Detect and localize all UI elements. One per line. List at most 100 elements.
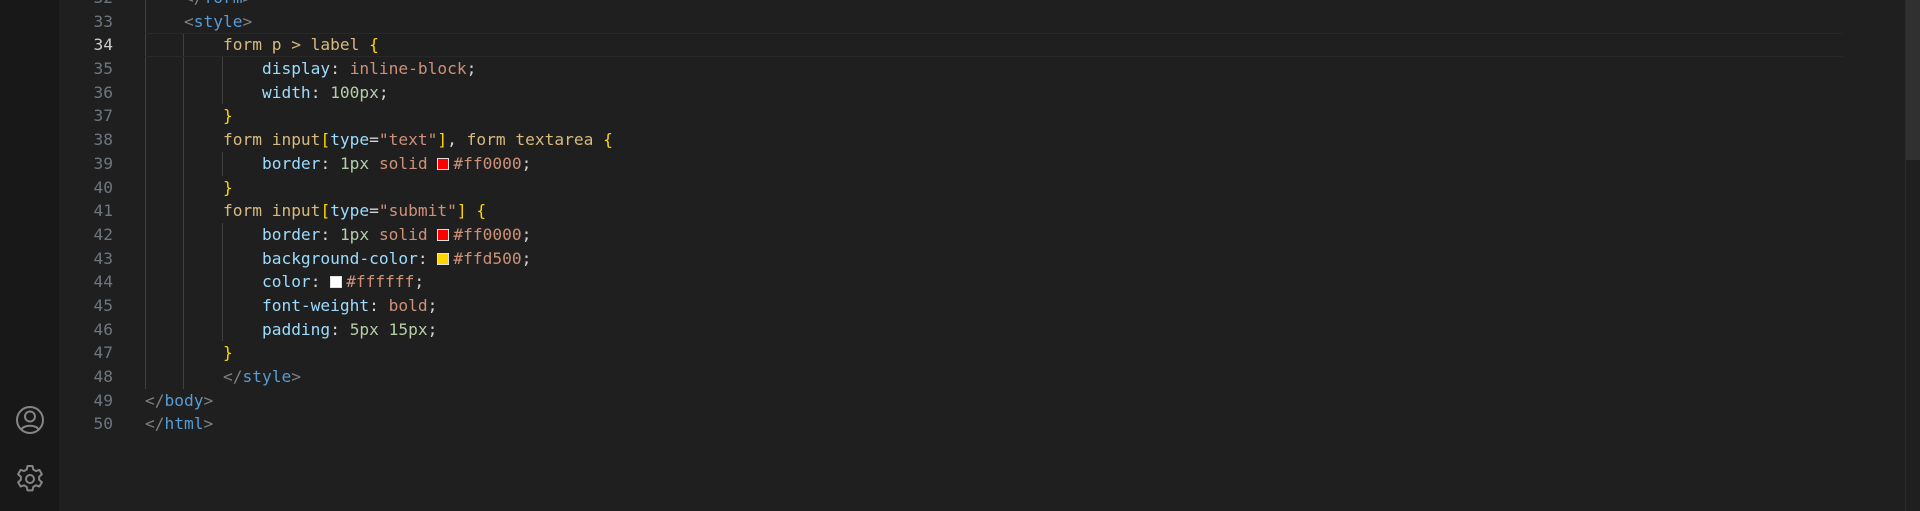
token-tagp: > xyxy=(203,390,214,410)
line-text: } xyxy=(145,341,233,365)
code-line[interactable]: 48 </style> xyxy=(59,365,1920,389)
token-val: solid xyxy=(378,224,428,244)
token-sel: form input xyxy=(222,130,321,150)
token-val: #ffffff xyxy=(346,272,415,292)
token-val: inline-block xyxy=(349,59,467,79)
line-number: 33 xyxy=(93,11,114,31)
code-line[interactable]: 40 } xyxy=(59,175,1920,200)
token-attr: type xyxy=(330,130,370,150)
code-line[interactable]: 42 border: 1px solid #ff0000; xyxy=(59,222,1920,247)
token-brace: } xyxy=(222,343,233,363)
token-plain: : xyxy=(320,224,340,244)
token-plain: : xyxy=(310,82,331,102)
line-number: 48 xyxy=(93,367,114,386)
accounts-button[interactable] xyxy=(0,396,59,444)
token-plain: = xyxy=(369,130,379,150)
token-brace: { xyxy=(369,35,379,55)
code-line[interactable]: 43 background-color: #ffd500; xyxy=(59,246,1920,271)
line-number: 44 xyxy=(93,272,114,292)
code-editor[interactable]: 32 </form>33 <style>34 form p > label {3… xyxy=(59,0,1920,511)
token-sel: form textarea xyxy=(466,130,604,150)
token-num: 1px xyxy=(339,153,370,173)
token-tagp: > xyxy=(242,11,253,31)
color-swatch[interactable] xyxy=(437,252,450,265)
token-prop: width xyxy=(261,82,311,102)
token-plain: = xyxy=(369,201,379,221)
color-swatch[interactable] xyxy=(330,276,343,289)
token-num: 100px xyxy=(330,82,379,102)
token-num: 1px xyxy=(339,224,370,244)
token-brace: [ xyxy=(320,130,331,150)
token-tagp: > xyxy=(291,367,301,386)
line-number: 43 xyxy=(93,248,114,268)
token-tag: html xyxy=(164,414,204,434)
code-line[interactable]: 44 color: #ffffff; xyxy=(59,270,1920,294)
token-prop: font-weight xyxy=(261,295,370,315)
vertical-scrollbar[interactable] xyxy=(1905,0,1920,511)
code-line[interactable]: 39 border: 1px solid #ff0000; xyxy=(59,151,1920,176)
gear-icon xyxy=(14,463,46,495)
token-tagp: > xyxy=(242,0,252,7)
code-line[interactable]: 45 font-weight: bold; xyxy=(59,293,1920,318)
line-number: 46 xyxy=(93,319,114,339)
code-line[interactable]: 47 } xyxy=(59,341,1920,365)
line-number: 37 xyxy=(93,106,114,126)
line-text: display: inline-block; xyxy=(145,57,476,81)
line-number: 49 xyxy=(93,390,114,410)
token-brace: ] xyxy=(437,130,448,150)
line-number: 40 xyxy=(93,177,114,197)
scrollbar-thumb[interactable] xyxy=(1906,0,1920,160)
code-line[interactable]: 37 } xyxy=(59,104,1920,129)
token-plain: ; xyxy=(521,153,532,173)
code-lines: 32 </form>33 <style>34 form p > label {3… xyxy=(59,0,1920,436)
token-tagp: </ xyxy=(222,367,243,386)
token-val: #ff0000 xyxy=(453,153,522,173)
token-brace: } xyxy=(222,177,233,197)
token-plain: ; xyxy=(414,272,425,292)
activity-bar xyxy=(0,0,59,511)
code-line[interactable]: 32 </form> xyxy=(59,0,1920,10)
token-prop: background-color xyxy=(261,248,418,268)
line-text: color: #ffffff; xyxy=(145,270,424,294)
manage-button[interactable] xyxy=(0,455,59,503)
token-sel: form input xyxy=(222,201,321,221)
token-val: bold xyxy=(388,295,428,315)
code-line[interactable]: 33 <style> xyxy=(59,9,1920,34)
code-line[interactable]: 35 display: inline-block; xyxy=(59,57,1920,81)
line-text: } xyxy=(145,104,233,128)
line-text: form p > label { xyxy=(145,33,379,57)
line-number: 36 xyxy=(93,82,114,102)
line-number: 50 xyxy=(93,414,114,434)
code-line[interactable]: 49 </body> xyxy=(59,389,1920,413)
token-tagp: > xyxy=(203,414,214,434)
color-swatch[interactable] xyxy=(437,228,450,241)
code-line[interactable]: 46 padding: 5px 15px; xyxy=(59,317,1920,342)
token-plain: : xyxy=(330,319,350,339)
token-plain: ; xyxy=(466,59,477,79)
line-text: border: 1px solid #ff0000; xyxy=(145,152,531,176)
token-brace: { xyxy=(603,130,613,150)
line-number: 38 xyxy=(93,130,114,150)
code-line[interactable]: 41 form input[type="submit"] { xyxy=(59,199,1920,223)
code-line[interactable]: 34 form p > label { xyxy=(59,33,1920,58)
line-text: form input[type="text"], form textarea { xyxy=(145,128,613,152)
color-swatch[interactable] xyxy=(437,157,450,170)
code-line[interactable]: 38 form input[type="text"], form textare… xyxy=(59,128,1920,152)
token-prop: border xyxy=(261,224,321,244)
token-str: "submit" xyxy=(378,201,457,221)
code-line[interactable]: 36 width: 100px; xyxy=(59,80,1920,105)
code-line[interactable]: 50 </html> xyxy=(59,412,1920,436)
